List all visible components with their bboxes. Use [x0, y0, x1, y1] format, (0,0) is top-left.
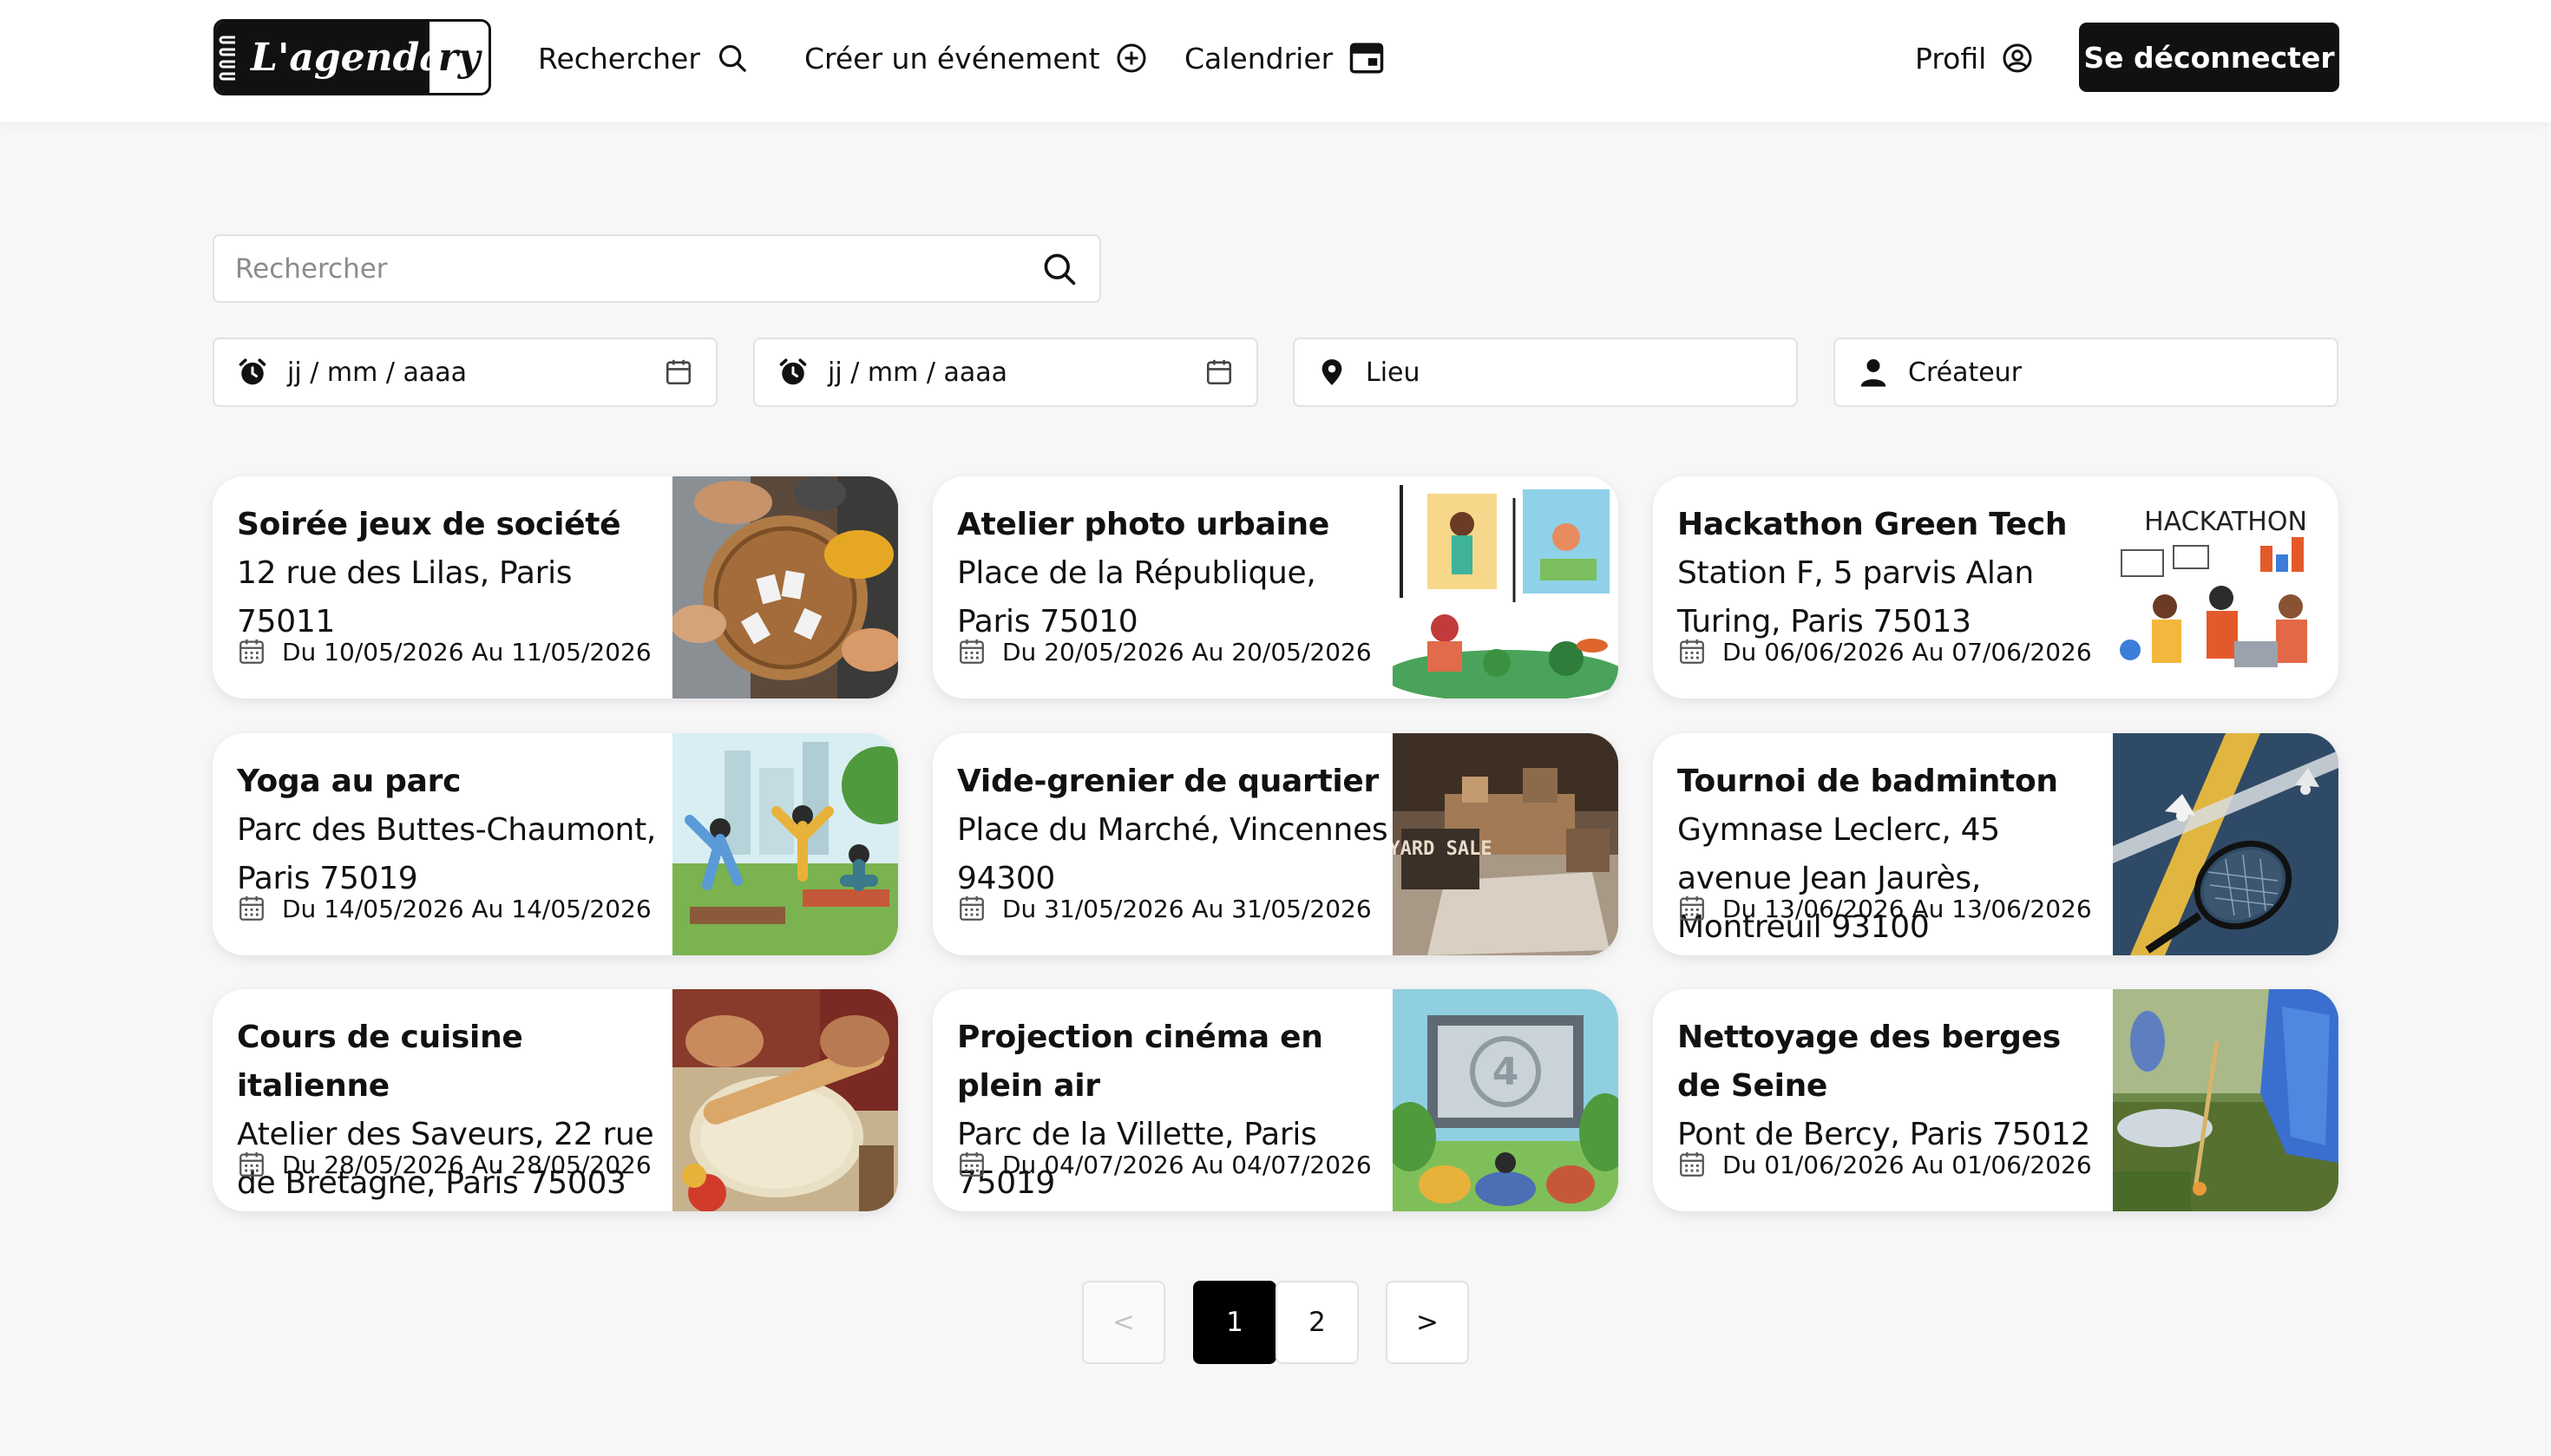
event-dates: Du 14/05/2026 Au 14/05/2026: [282, 894, 652, 923]
event-card[interactable]: Vide-grenier de quartier Place du Marché…: [933, 733, 1618, 955]
event-dates: Du 01/06/2026 Au 01/06/2026: [1722, 1150, 2092, 1179]
search-field[interactable]: [213, 234, 1101, 303]
user-circle-icon: [2003, 43, 2032, 73]
nav-create-event[interactable]: Créer un événement: [804, 31, 1147, 85]
prev-page-button[interactable]: <: [1082, 1281, 1165, 1364]
search-input[interactable]: [235, 253, 1040, 285]
search-icon[interactable]: [1040, 250, 1079, 288]
event-card[interactable]: Tournoi de badminton Gymnase Leclerc, 45…: [1653, 733, 2338, 955]
creator-filter[interactable]: Créateur: [1833, 338, 2338, 407]
event-title: Soirée jeux de société: [237, 507, 621, 542]
spiral-binding-icon: [219, 36, 235, 81]
calendar-icon: [960, 895, 984, 921]
event-title: Nettoyage des berges de Seine: [1677, 1020, 2061, 1104]
place-placeholder: Lieu: [1366, 357, 1420, 388]
event-title: Yoga au parc: [237, 764, 462, 799]
nav-profile[interactable]: Profil: [1915, 31, 2033, 85]
end-date-filter[interactable]: jj / mm / aaaa: [753, 338, 1258, 407]
logout-button[interactable]: Se déconnecter: [2079, 23, 2339, 92]
event-card[interactable]: Yoga au parc Parc des Buttes-Chaumont, P…: [213, 733, 898, 955]
start-date-filter[interactable]: jj / mm / aaaa: [213, 338, 718, 407]
top-navbar: L'agenda ry Rechercher Créer un événemen…: [0, 0, 2551, 122]
page-1-button[interactable]: 1: [1193, 1281, 1276, 1364]
calendar-icon: [239, 639, 264, 664]
logo[interactable]: L'agenda ry: [213, 19, 491, 95]
calendar-icon: [239, 1151, 264, 1177]
start-date-placeholder: jj / mm / aaaa: [287, 357, 468, 388]
calendar-icon: [960, 1151, 984, 1177]
location-pin-icon: [1321, 359, 1342, 385]
calendar-icon: [239, 895, 264, 921]
calendar-icon: [1349, 43, 1384, 74]
event-dates: Du 04/07/2026 Au 04/07/2026: [1002, 1150, 1372, 1179]
board-games-image: [672, 476, 898, 698]
next-page-button[interactable]: >: [1386, 1281, 1469, 1364]
event-dates: Du 31/05/2026 Au 31/05/2026: [1002, 894, 1372, 923]
event-dates: Du 28/05/2026 Au 28/05/2026: [282, 1150, 652, 1179]
end-date-placeholder: jj / mm / aaaa: [828, 357, 1008, 388]
calendar-icon: [1680, 639, 1704, 664]
open-air-cinema-image: 4: [1393, 989, 1618, 1211]
cinema-countdown-number: 4: [1492, 1050, 1519, 1094]
logo-text-left: L'agenda: [251, 35, 444, 80]
event-address: Gymnase Leclerc, 45 avenue Jean Jaurès, …: [1677, 812, 2000, 945]
yard-sale-sign: YARD SALE: [1393, 838, 1492, 860]
hackathon-image: HACKATHON: [2113, 476, 2338, 698]
event-dates: Du 13/06/2026 Au 13/06/2026: [1722, 894, 2092, 923]
place-filter[interactable]: Lieu: [1293, 338, 1798, 407]
photo-workshop-image: [1393, 476, 1618, 698]
nav-search[interactable]: Rechercher: [538, 31, 749, 85]
event-address: 12 rue des Lilas, Paris 75011: [237, 555, 573, 639]
event-card[interactable]: Hackathon Green Tech Station F, 5 parvis…: [1653, 476, 2338, 698]
event-title: Atelier photo urbaine: [957, 507, 1330, 542]
calendar-icon: [1680, 1151, 1704, 1177]
yard-sale-image: YARD SALE: [1393, 733, 1618, 955]
nav-create-event-label: Créer un événement: [804, 41, 1100, 75]
event-address: Place du Marché, Vincennes 94300: [957, 812, 1388, 896]
person-icon: [1860, 359, 1886, 387]
event-dates: Du 20/05/2026 Au 20/05/2026: [1002, 637, 1372, 666]
nav-calendar-label: Calendrier: [1184, 41, 1334, 75]
event-card[interactable]: Nettoyage des berges de Seine Pont de Be…: [1653, 989, 2338, 1211]
event-card[interactable]: Soirée jeux de société 12 rue des Lilas,…: [213, 476, 898, 698]
event-card[interactable]: Atelier photo urbaine Place de la Républ…: [933, 476, 1618, 698]
event-dates: Du 10/05/2026 Au 11/05/2026: [282, 637, 652, 666]
calendar-icon: [1680, 895, 1704, 921]
alarm-clock-icon: [239, 358, 266, 385]
event-address: Parc des Buttes-Chaumont, Paris 75019: [237, 812, 657, 896]
event-address: Station F, 5 parvis Alan Turing, Paris 7…: [1677, 555, 2034, 639]
badminton-image: [2113, 733, 2338, 955]
alarm-clock-icon: [779, 358, 807, 385]
nav-profile-label: Profil: [1915, 41, 1987, 75]
event-card[interactable]: Cours de cuisine italienne Atelier des S…: [213, 989, 898, 1211]
event-address: Place de la République, Paris 75010: [957, 555, 1316, 639]
hackathon-caption: HACKATHON: [2144, 507, 2307, 537]
page-2-button[interactable]: 2: [1276, 1281, 1359, 1364]
calendar-icon[interactable]: [664, 357, 693, 387]
search-icon: [718, 44, 746, 72]
yoga-image: [672, 733, 898, 955]
creator-placeholder: Créateur: [1908, 357, 2023, 388]
nav-calendar[interactable]: Calendrier: [1184, 31, 1385, 85]
calendar-icon: [960, 639, 984, 664]
cleanup-image: [2113, 989, 2338, 1211]
event-title: Tournoi de badminton: [1677, 764, 2058, 799]
event-dates: Du 06/06/2026 Au 07/06/2026: [1722, 637, 2092, 666]
nav-search-label: Rechercher: [538, 41, 700, 75]
plus-circle-icon: [1117, 43, 1146, 73]
calendar-icon[interactable]: [1204, 357, 1234, 387]
event-title: Hackathon Green Tech: [1677, 507, 2068, 542]
pasta-cooking-image: [672, 989, 898, 1211]
event-title: Vide-grenier de quartier: [957, 764, 1379, 799]
event-card[interactable]: Projection cinéma en plein air Parc de l…: [933, 989, 1618, 1211]
event-title: Cours de cuisine italienne: [237, 1020, 523, 1104]
event-title: Projection cinéma en plein air: [957, 1020, 1323, 1104]
